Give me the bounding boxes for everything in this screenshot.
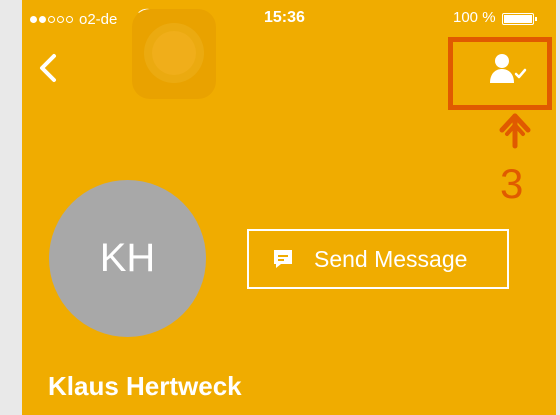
carrier-group: o2-de <box>30 11 117 28</box>
annotation-highlight-box <box>448 37 552 110</box>
signal-dots-icon <box>30 16 73 23</box>
app-icon-overlay <box>132 9 216 99</box>
message-bubble-icon <box>274 250 292 268</box>
status-bar: o2-de 15:36 100 % <box>22 0 556 30</box>
battery-percent: 100 % <box>453 9 496 26</box>
battery-icon <box>502 13 537 25</box>
contact-screen: o2-de 15:36 100 % 3 KH Send Message Klau… <box>22 0 556 415</box>
annotation-arrow-icon <box>499 113 531 149</box>
avatar-initials: KH <box>99 236 156 280</box>
back-button[interactable] <box>34 48 64 88</box>
send-message-label: Send Message <box>314 245 468 272</box>
annotation-step-number: 3 <box>500 160 524 207</box>
send-message-button[interactable]: Send Message <box>247 229 509 289</box>
contact-name: Klaus Hertweck <box>48 371 242 401</box>
carrier-name: o2-de <box>79 11 118 28</box>
avatar: KH <box>49 180 206 337</box>
chevron-left-icon <box>40 54 56 82</box>
clock: 15:36 <box>264 9 305 26</box>
